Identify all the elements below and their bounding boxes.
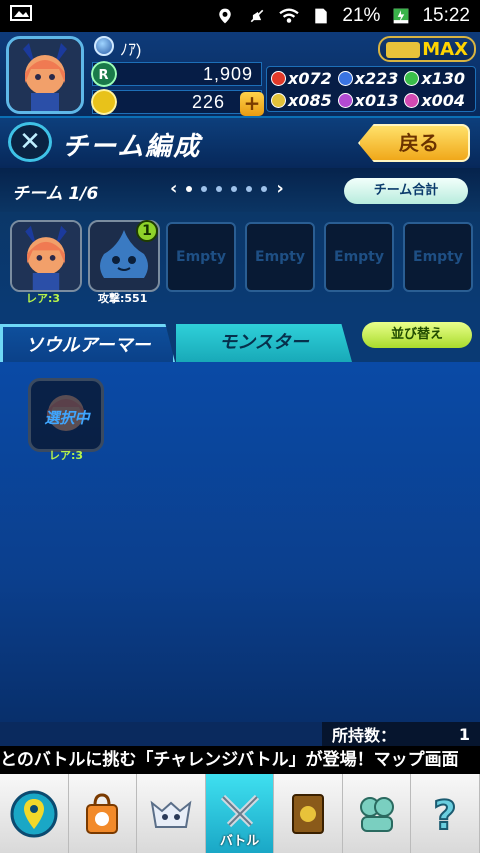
red-orb-icon [271, 70, 286, 86]
item-count-value: 1 [458, 724, 470, 744]
list-item[interactable]: 選択中 レア:3 [28, 378, 104, 462]
next-team-button[interactable]: › [276, 178, 283, 199]
green-orb-icon [404, 70, 420, 86]
soul-armor-list: 選択中 レア:3 [0, 362, 480, 722]
title-bar: ✕ チーム編成 戻る [0, 118, 480, 168]
help-icon: ? [433, 792, 458, 839]
add-coins-button[interactable]: + [240, 92, 264, 116]
nav-friends[interactable] [343, 774, 412, 853]
nav-battle[interactable]: バトル [205, 774, 275, 853]
item-count: 所持数： 1 [322, 722, 480, 746]
list-item-level: レア:3 [48, 449, 84, 462]
nav-help[interactable]: ? [411, 774, 480, 853]
page-title: チーム編成 [62, 132, 202, 162]
monster-level-badge: 1 [136, 220, 158, 242]
page-dot [246, 185, 253, 192]
material-item: x072 [271, 69, 338, 88]
shopping-bag-icon [86, 792, 119, 834]
currency-r-row: R 1,909 [91, 61, 262, 87]
news-ticker[interactable]: とのバトルに挑む「チャレンジバトル」が登場！マップ画面 [0, 746, 480, 774]
book-icon [292, 793, 325, 834]
mute-icon [251, 9, 264, 23]
nav-home[interactable] [0, 774, 69, 853]
rainbow-orb-icon [404, 92, 420, 108]
battery-charging-icon [394, 8, 409, 24]
material-count: x130 [421, 68, 466, 88]
team-slot-empty[interactable]: Empty [166, 222, 236, 292]
ticket-badge[interactable]: MAX [378, 36, 476, 62]
material-count: x004 [421, 90, 466, 110]
nav-book[interactable] [274, 774, 343, 853]
yellow-orb-icon [271, 92, 286, 108]
crossed-swords-icon: ✕ [8, 122, 52, 162]
material-count: x223 [354, 68, 399, 88]
item-count-label: 所持数： [332, 726, 397, 745]
material-item: x085 [271, 91, 338, 110]
ticket-value: MAX [422, 38, 468, 60]
currency-r-value: 1,909 [202, 63, 253, 84]
player-name: ﾉｱ) [120, 42, 142, 59]
character-portrait-icon [12, 222, 80, 290]
map-pin-icon [10, 790, 58, 837]
team-bar: チーム 1/6 ‹ › チーム合計 [0, 168, 480, 212]
tabs-area: ソウルアーマー モンスター 並び替え [0, 308, 480, 366]
page-dot [216, 185, 223, 192]
tab-soul-armor[interactable]: ソウルアーマー [0, 324, 176, 366]
tab-monster[interactable]: モンスター [176, 324, 352, 362]
team-slots: レア:3 攻撃:551 Empty Empty Empty Empty [0, 212, 480, 308]
material-count: x072 [288, 68, 332, 88]
page-dot [186, 185, 193, 192]
monster-face-icon [150, 800, 192, 828]
coin-icon [91, 89, 117, 115]
sort-button[interactable]: 並び替え [362, 322, 472, 348]
location-icon [219, 8, 232, 24]
selected-label: 選択中 [44, 409, 90, 427]
bottom-nav: バトル ? [0, 774, 480, 853]
svg-text:R: R [98, 68, 109, 83]
material-count: x085 [288, 90, 332, 110]
ticket-icon [386, 42, 420, 58]
team-pager: ‹ › [170, 178, 284, 199]
material-item: x013 [337, 90, 405, 110]
slot-character-caption: レア:3 [26, 292, 61, 305]
gallery-icon [10, 5, 32, 21]
blue-orb-icon [337, 70, 353, 86]
material-item: x223 [337, 68, 405, 88]
coin-value: 226 [191, 91, 225, 112]
clock: 15:22 [422, 5, 470, 26]
purple-orb-icon [337, 92, 353, 108]
back-button[interactable]: 戻る [358, 124, 470, 162]
material-count: x013 [354, 90, 399, 110]
materials-panel: x072 x223 x130 x085 x013 x004 [266, 66, 476, 112]
prev-team-button[interactable]: ‹ [170, 178, 177, 199]
nav-battle-label: バトル [219, 834, 260, 849]
wifi-icon [279, 8, 300, 23]
status-bar: 21% 15:22 [0, 0, 480, 32]
battery-percent: 21% [342, 5, 381, 26]
player-rank-icon [94, 36, 114, 56]
character-portrait-icon [9, 39, 81, 111]
slot-monster-caption: 攻撃:551 [98, 292, 148, 305]
friends-icon [359, 796, 394, 832]
sim-card-icon [315, 8, 328, 24]
team-slot-empty[interactable]: Empty [324, 222, 394, 292]
r-currency-icon: R [91, 61, 117, 87]
team-slot-empty[interactable]: Empty [245, 222, 315, 292]
coin-row: 226 [91, 89, 262, 115]
team-total-button[interactable]: チーム合計 [344, 178, 468, 204]
team-label: チーム 1/6 [12, 184, 99, 204]
page-dot [261, 185, 268, 192]
nav-shop[interactable] [69, 774, 138, 853]
material-item: x130 [404, 69, 471, 88]
svg-text:?: ? [434, 793, 457, 839]
material-item: x004 [404, 91, 471, 110]
nav-monster[interactable] [137, 774, 206, 853]
page-dot [231, 185, 238, 192]
page-dot [201, 185, 208, 192]
team-slot-character[interactable] [10, 220, 82, 292]
team-slot-empty[interactable]: Empty [403, 222, 473, 292]
player-avatar[interactable] [6, 36, 84, 114]
